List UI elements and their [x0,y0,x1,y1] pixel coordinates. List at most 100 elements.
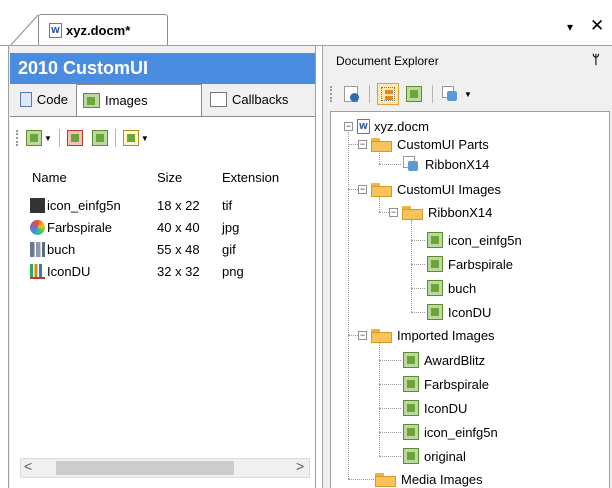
tab-code[interactable]: Code [14,85,74,114]
image-icon [403,448,419,464]
customui-panel-title: 2010 CustomUI [10,53,315,84]
tree-node-label: buch [448,280,477,296]
info-icon[interactable] [340,83,362,105]
tree-connector [348,128,349,479]
tree-node-label: CustomUI Images [397,181,502,197]
document-tab[interactable]: xyz.docm* [38,14,168,46]
image-name: IconDU [47,264,91,279]
tree-node-label: CustomUI Parts [397,136,489,152]
tree-node-label: icon_einfg5n [448,232,522,248]
tree-node-label: RibbonX14 [428,204,493,220]
list-item[interactable]: Farbspirale 40 x 40 jpg [22,220,307,242]
image-size: 18 x 22 [157,198,200,213]
collapse-icon[interactable]: − [344,122,353,131]
tree-connector [379,384,401,385]
tree-node-image[interactable]: IconDU [403,400,467,416]
tree-node-image[interactable]: AwardBlitz [403,352,485,368]
tree-node-label: IconDU [448,304,492,320]
column-header-extension[interactable]: Extension [222,170,279,185]
tab-images[interactable]: Images [76,84,202,116]
word-document-icon [357,119,370,134]
tab-callbacks-label: Callbacks [232,92,289,107]
collapse-icon[interactable]: − [389,207,398,217]
tree-connector [411,264,425,265]
toolbar-grip[interactable] [330,86,335,102]
tree-node-label: RibbonX14 [425,156,490,172]
tree-node-image[interactable]: Farbspirale [403,376,489,392]
tree-node-media-images[interactable]: Media Images [375,471,483,487]
add-image-dropdown-icon[interactable]: ▼ [44,134,52,143]
view-mode-dropdown-icon[interactable]: ▼ [141,134,149,143]
image-name: Farbspirale [47,220,113,235]
tree-node-imported-images[interactable]: − Imported Images [358,327,495,343]
tree-connector [379,360,401,361]
import-image-icon[interactable] [91,130,108,146]
ribbon-dropdown-icon[interactable]: ▼ [464,90,472,99]
tree-connector [379,164,401,165]
tree-node-label: IconDU [424,400,468,416]
tree-node-image[interactable]: icon_einfg5n [427,232,522,248]
image-icon [403,424,419,440]
tree-view-icon[interactable] [377,83,399,105]
tree-node-image[interactable]: buch [427,280,476,296]
tree-connector [411,288,425,289]
list-item[interactable]: IconDU 32 x 32 png [22,264,307,286]
tree-node-image[interactable]: IconDU [427,304,491,320]
image-icon [403,400,419,416]
column-header-size[interactable]: Size [157,170,182,185]
tree-node-image[interactable]: original [403,448,466,464]
list-item[interactable]: buch 55 x 48 gif [22,242,307,264]
toolbar-separator [432,85,433,103]
folder-icon [402,204,424,220]
scrollbar-thumb[interactable] [56,461,234,475]
tab-code-label: Code [36,92,68,107]
image-extension: gif [222,242,236,257]
folder-icon [375,471,397,487]
tree-connector [379,408,401,409]
tab-slope [10,14,39,46]
tree-node-customui-parts[interactable]: − CustomUI Parts [358,136,489,152]
tree-connector [348,479,374,480]
tree-connector [379,195,380,212]
scroll-left-icon[interactable]: < [24,458,32,474]
tab-callbacks[interactable]: Callbacks [204,85,314,114]
toolbar-separator [369,85,370,103]
tree-node-label: AwardBlitz [424,352,486,368]
remove-image-icon[interactable] [66,130,83,146]
image-icon [403,352,419,368]
ribbon-xml-icon [403,156,421,172]
tab-menu-dropdown-icon[interactable]: ▾ [567,20,573,34]
add-image-icon[interactable] [26,130,42,146]
tree-connector [411,312,425,313]
toolbar-grip[interactable] [16,130,21,146]
ribbon-icon[interactable] [440,83,462,105]
tree-connector [411,240,425,241]
tree-node-root[interactable]: − xyz.docm [344,119,429,134]
color-spiral-icon [30,220,45,235]
list-item[interactable]: icon_einfg5n 18 x 22 tif [22,198,307,220]
tree-node-label: Farbspirale [424,376,490,392]
image-view-icon[interactable] [403,83,425,105]
scroll-right-icon[interactable]: > [296,458,304,474]
tree-node-image[interactable]: Farbspirale [427,256,513,272]
document-tab-label: xyz.docm* [66,23,131,38]
close-icon[interactable]: ✕ [590,16,604,36]
tree-connector [379,456,401,457]
image-icon [427,280,443,296]
image-icon [427,256,443,272]
collapse-icon[interactable]: − [358,330,367,340]
image-size: 40 x 40 [157,220,200,235]
image-extension: tif [222,198,233,213]
tree-node-ribbonx14-images[interactable]: − RibbonX14 [389,204,492,220]
tree-node-image[interactable]: icon_einfg5n [403,424,498,440]
tree-node-ribbonx14-part[interactable]: RibbonX14 [403,156,489,172]
folder-icon [371,181,393,197]
pin-icon[interactable]: ᛘ [592,52,600,67]
collapse-icon[interactable]: − [358,139,367,149]
column-header-name[interactable]: Name [32,170,67,185]
view-mode-icon[interactable] [122,130,139,146]
code-icon [20,92,32,107]
collapse-icon[interactable]: − [358,184,367,194]
tree-node-customui-images[interactable]: − CustomUI Images [358,181,501,197]
image-size: 55 x 48 [157,242,200,257]
